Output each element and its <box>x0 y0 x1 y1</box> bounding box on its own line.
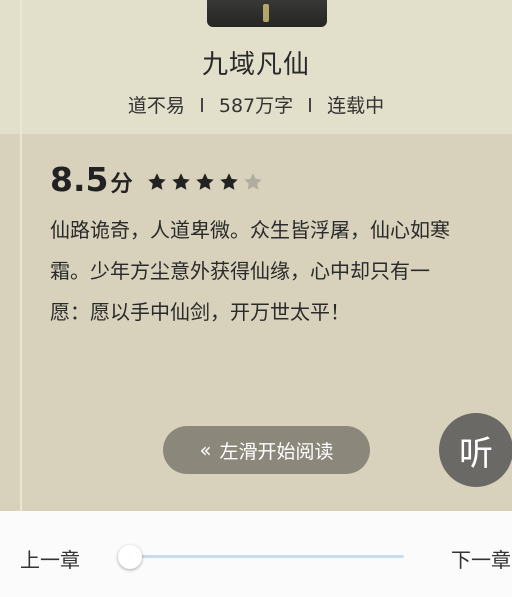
meta-divider <box>200 97 203 112</box>
book-meta: 道不易 587万字 连载中 <box>0 91 512 118</box>
book-cover[interactable] <box>207 0 327 27</box>
double-chevron-left-icon: ‹‹ <box>199 438 211 462</box>
intro-line: 愿：愿以手中仙剑，开万世太平！ <box>50 300 350 324</box>
chapter-progress-track[interactable] <box>130 555 404 558</box>
meta-divider <box>309 97 312 112</box>
listen-label: 听 <box>459 433 493 474</box>
swipe-to-read-button[interactable]: ‹‹ 左滑开始阅读 <box>163 426 370 474</box>
swipe-label: 左滑开始阅读 <box>219 440 334 463</box>
star-filled-icon <box>220 173 239 190</box>
next-chapter-button[interactable]: 下一章 <box>451 544 511 573</box>
book-title: 九域凡仙 <box>201 50 310 80</box>
rating: 8.5 分 <box>50 160 266 199</box>
book-author[interactable]: 道不易 <box>128 91 185 118</box>
star-empty-icon <box>244 173 263 190</box>
rating-score: 8.5 <box>50 160 109 199</box>
book-status: 连载中 <box>327 95 385 117</box>
star-filled-icon <box>172 173 191 190</box>
book-word-count: 587万字 <box>218 95 294 117</box>
book-header: 九域凡仙 道不易 587万字 连载中 <box>0 0 512 134</box>
listen-button[interactable]: 听 <box>439 413 512 487</box>
chapter-progress-thumb[interactable] <box>118 545 142 569</box>
intro-line: 仙路诡奇，人道卑微。众生皆浮屠，仙心如寒 <box>50 218 450 242</box>
star-filled-icon <box>148 173 167 190</box>
page-edge-line <box>20 0 22 511</box>
rating-stars <box>146 171 266 193</box>
prev-chapter-button[interactable]: 上一章 <box>20 544 80 573</box>
star-filled-icon <box>196 173 215 190</box>
intro-line: 霜。少年方尘意外获得仙缘，心中却只有一 <box>50 259 430 283</box>
book-intro: 仙路诡奇，人道卑微。众生皆浮屠，仙心如寒 霜。少年方尘意外获得仙缘，心中却只有一… <box>50 210 480 333</box>
rating-unit: 分 <box>110 172 133 197</box>
